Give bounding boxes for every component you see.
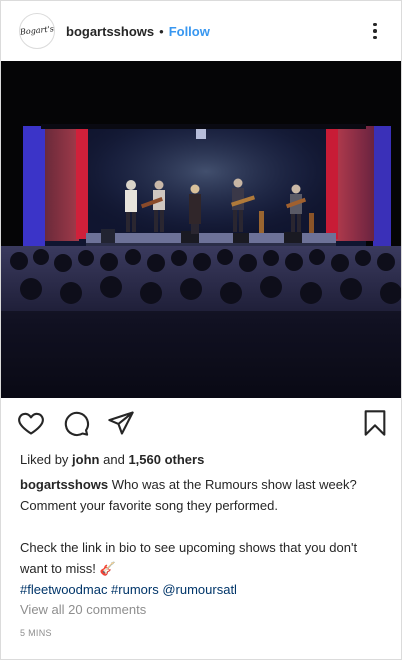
more-options-icon[interactable]: [365, 21, 385, 41]
liked-by-user[interactable]: john: [72, 452, 99, 467]
comment-icon[interactable]: [62, 409, 90, 437]
bookmark-icon[interactable]: [361, 409, 389, 437]
post-timestamp: 5 MINS: [20, 628, 52, 638]
caption-username[interactable]: bogartsshows: [20, 477, 108, 492]
instagram-post: Bogart's bogartsshows • Follow Liked by …: [0, 0, 402, 660]
caption: bogartsshows Who was at the Rumours show…: [20, 474, 384, 600]
likes-others[interactable]: 1,560 others: [128, 452, 204, 467]
post-photo[interactable]: [1, 61, 401, 398]
action-bar: [1, 398, 401, 448]
caption-hashtags[interactable]: #fleetwoodmac #rumors @rumoursatl: [20, 579, 384, 600]
username[interactable]: bogartsshows: [66, 24, 154, 39]
likes-summary[interactable]: Liked by john and 1,560 others: [20, 452, 204, 467]
post-header: Bogart's bogartsshows • Follow: [1, 1, 401, 61]
avatar[interactable]: Bogart's: [19, 13, 55, 49]
follow-button[interactable]: Follow: [169, 24, 210, 39]
likes-connector: and: [103, 452, 125, 467]
heart-icon[interactable]: [17, 409, 45, 437]
concert-image: [1, 61, 401, 398]
avatar-logo-text: Bogart's: [19, 24, 55, 37]
view-comments-link[interactable]: View all 20 comments: [20, 602, 146, 617]
separator-dot: •: [159, 23, 164, 39]
caption-text-line2: Check the link in bio to see upcoming sh…: [20, 540, 358, 576]
share-icon[interactable]: [107, 409, 135, 437]
likes-prefix: Liked by: [20, 452, 69, 467]
